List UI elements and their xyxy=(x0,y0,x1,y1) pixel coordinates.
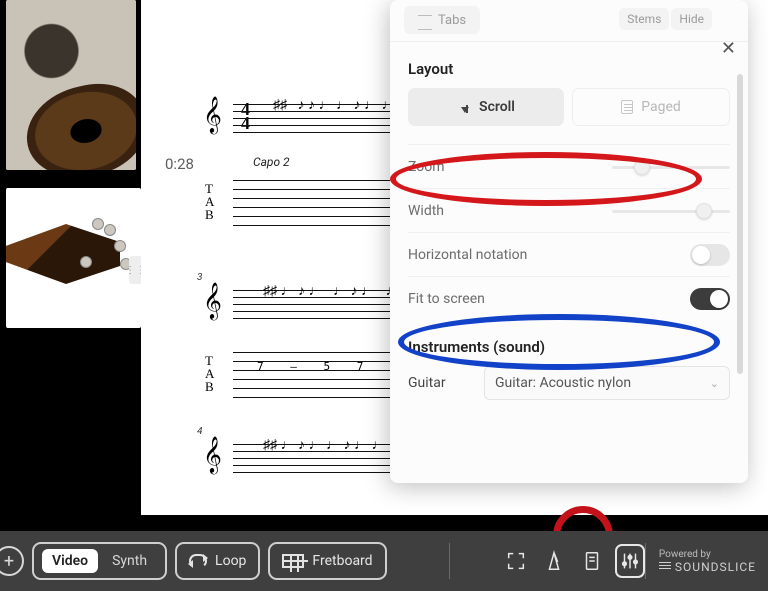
fullscreen-icon xyxy=(505,550,527,572)
add-button[interactable]: + xyxy=(0,546,24,576)
playhead-timecode: 0:28 xyxy=(165,155,194,173)
tab-clef-label: TAB xyxy=(205,182,214,221)
tab-clef-label: TAB xyxy=(205,354,214,393)
zoom-label: Zoom xyxy=(408,159,445,175)
tabs-icon xyxy=(418,15,432,25)
close-icon[interactable]: ✕ xyxy=(717,34,740,63)
treble-clef-icon: 𝄞 xyxy=(203,436,222,474)
instrument-name: Guitar xyxy=(408,375,472,391)
video-thumb-performer[interactable] xyxy=(6,0,136,170)
fullscreen-button[interactable] xyxy=(501,546,531,576)
fretboard-icon xyxy=(282,554,304,568)
arrow-down-icon xyxy=(461,107,469,113)
settings-panel: Tabs Stems Hide ✕ Layout Scroll Paged xyxy=(390,0,748,483)
horizontal-notation-label: Horizontal notation xyxy=(408,247,527,263)
video-column: ⋮⋮ xyxy=(0,0,141,515)
layout-heading: Layout xyxy=(408,60,730,78)
panel-scrollbar[interactable] xyxy=(737,74,743,374)
fit-to-screen-label: Fit to screen xyxy=(408,291,485,307)
playback-source-toggle[interactable]: Video Synth xyxy=(32,542,167,580)
bar-number: 4 xyxy=(197,426,202,437)
metronome-button[interactable] xyxy=(539,546,569,576)
width-slider[interactable] xyxy=(612,203,730,219)
mixer-icon xyxy=(619,550,641,572)
soundslice-logo-icon xyxy=(659,562,671,572)
hide-button[interactable]: Hide xyxy=(671,8,712,30)
page-icon xyxy=(621,100,633,114)
layout-paged-button[interactable]: Paged xyxy=(572,88,730,126)
fit-to-screen-toggle[interactable] xyxy=(690,288,730,310)
instrument-sound-select[interactable]: Guitar: Acoustic nylon ⌄ xyxy=(484,366,730,400)
loop-button[interactable]: Loop xyxy=(175,542,260,580)
treble-clef-icon: 𝄞 xyxy=(203,282,222,320)
print-button[interactable] xyxy=(577,546,607,576)
settings-button[interactable] xyxy=(615,546,645,576)
bottom-toolbar: + Video Synth Loop Fretboard xyxy=(0,531,768,591)
tabs-label: Tabs xyxy=(438,13,466,28)
powered-by-soundslice[interactable]: Powered by SOUNDSLICE xyxy=(659,549,756,574)
document-icon xyxy=(581,550,603,572)
fretboard-button[interactable]: Fretboard xyxy=(268,542,386,580)
video-thumb-headstock[interactable] xyxy=(6,188,141,328)
treble-clef-icon: 𝄞 xyxy=(203,96,222,134)
stems-button[interactable]: Stems xyxy=(619,8,669,30)
bar-number: 3 xyxy=(197,272,202,283)
width-label: Width xyxy=(408,203,444,219)
capo-label: Capo 2 xyxy=(253,155,290,169)
metronome-icon xyxy=(543,550,565,572)
notation-tabs-toggle[interactable]: Tabs xyxy=(404,6,480,34)
instruments-heading: Instruments (sound) xyxy=(408,338,730,356)
loop-icon xyxy=(189,554,207,568)
chevron-down-icon: ⌄ xyxy=(710,377,719,390)
synth-tab[interactable]: Synth xyxy=(102,549,157,573)
layout-scroll-button[interactable]: Scroll xyxy=(408,88,564,126)
horizontal-notation-toggle[interactable] xyxy=(690,244,730,266)
notation-notes: ♯♯ ♪ ♪ ♩ ♩ ♪ ♩ ♩ xyxy=(273,98,396,114)
layout-mode-segment: Scroll Paged xyxy=(408,88,730,126)
zoom-slider[interactable] xyxy=(612,159,730,175)
video-tab[interactable]: Video xyxy=(42,549,98,573)
